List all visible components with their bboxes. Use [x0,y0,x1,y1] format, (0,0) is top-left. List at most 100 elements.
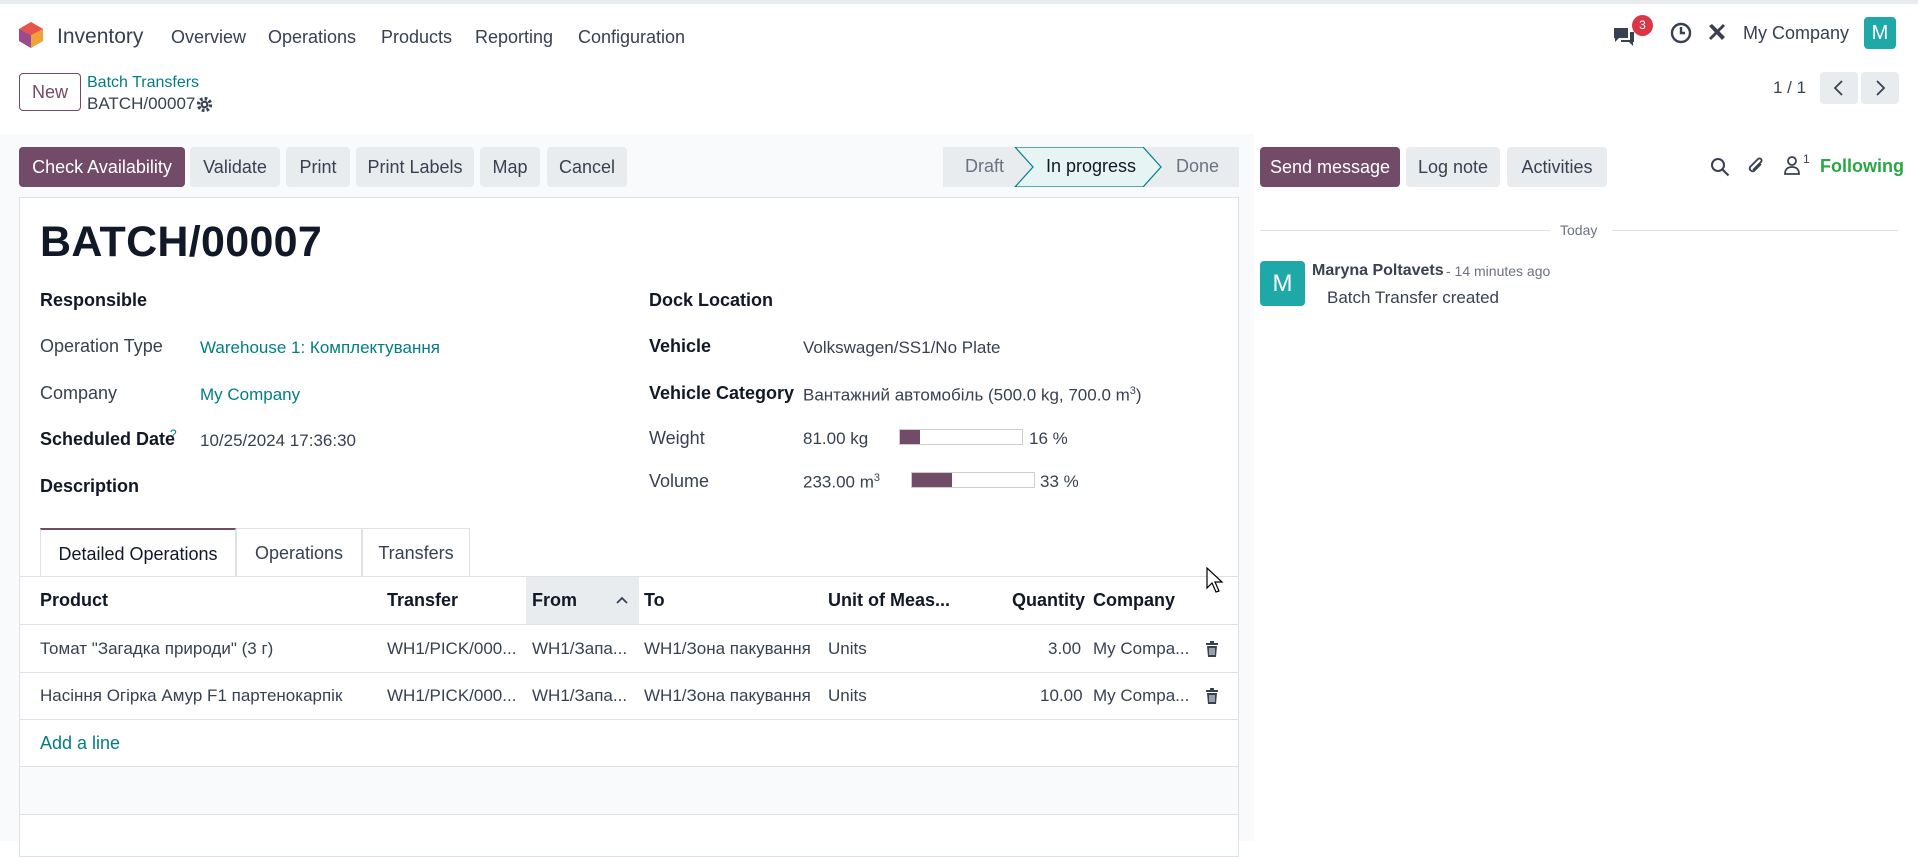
followers-icon[interactable] [1782,155,1802,175]
row-divider [19,719,1239,720]
scheduled-date-label: Scheduled Date [40,429,176,449]
tools-icon[interactable] [1707,22,1727,42]
cell-quantity[interactable]: 10.00 [1040,686,1083,706]
pager-previous-button[interactable] [1820,72,1858,104]
vehicle-category-value[interactable]: Вантажний автомобіль (500.0 kg, 700.0 m3… [803,385,1142,406]
new-button[interactable]: New [19,73,81,111]
menu-configuration[interactable]: Configuration [578,27,685,48]
inventory-app-logo-icon[interactable] [19,22,43,48]
print-labels-button[interactable]: Print Labels [356,147,474,187]
column-transfer[interactable]: Transfer [387,590,458,611]
status-in-progress[interactable]: In progress [1046,156,1136,177]
company-value[interactable]: My Company [200,385,300,405]
control-panel: New Batch Transfers BATCH/00007 1 / 1 [0,66,1918,135]
table-header-border [19,624,1239,625]
cancel-button[interactable]: Cancel [547,147,627,187]
vehicle-label: Vehicle [649,336,712,356]
record-title[interactable]: BATCH/00007 [40,218,322,267]
vehicle-value[interactable]: Volkswagen/SS1/No Plate [803,338,1001,358]
cell-quantity[interactable]: 3.00 [1048,639,1081,659]
volume-value: 233.00 m3 [803,472,880,493]
scheduled-date-value[interactable]: 10/25/2024 17:36:30 [200,431,356,451]
menu-overview[interactable]: Overview [171,27,246,48]
gear-icon[interactable] [196,96,213,113]
map-button[interactable]: Map [480,147,540,187]
log-note-button[interactable]: Log note [1406,147,1500,187]
following-button[interactable]: Following [1820,156,1904,177]
trash-icon[interactable] [1205,688,1219,704]
cell-company[interactable]: My Compa... [1093,686,1189,706]
status-draft[interactable]: Draft [965,156,1004,177]
date-separator: Today [1560,222,1598,238]
message-author[interactable]: Maryna Poltavets [1312,262,1444,280]
cell-product[interactable]: Насіння Огірка Амур F1 партенокарпік [40,686,342,706]
add-a-line-link[interactable]: Add a line [40,733,120,754]
vehicle-category-end: ) [1135,385,1142,405]
cell-from[interactable]: WH1/Запа... [532,639,627,659]
column-from[interactable]: From [532,590,577,611]
cell-uom[interactable]: Units [828,686,867,706]
scheduled-date-help-icon[interactable]: ? [170,427,177,441]
message-author-avatar[interactable]: M [1260,261,1305,306]
weight-value: 81.00 kg [803,429,869,448]
app-name[interactable]: Inventory [57,25,143,49]
weight-label: Weight [649,428,705,448]
vehicle-category-text: Вантажний автомобіль (500.0 kg, 700.0 m [803,385,1130,405]
tab-detailed-operations[interactable]: Detailed Operations [40,528,236,576]
column-company[interactable]: Company [1093,590,1175,611]
check-availability-button[interactable]: Check Availability [19,147,185,187]
operation-type-label: Operation Type [40,336,163,356]
clock-icon[interactable] [1670,22,1692,44]
status-done[interactable]: Done [1176,156,1219,177]
date-separator-line [1260,230,1550,231]
cell-uom[interactable]: Units [828,639,867,659]
message-time: - 14 minutes ago [1446,263,1551,279]
breadcrumb-parent[interactable]: Batch Transfers [87,74,199,92]
column-product[interactable]: Product [40,590,108,611]
column-unit-of-measure[interactable]: Unit of Meas... [828,590,950,611]
validate-button[interactable]: Validate [190,147,280,187]
tab-operations[interactable]: Operations [236,528,362,576]
description-label: Description [40,476,140,496]
company-switcher[interactable]: My Company [1743,23,1849,44]
responsible-label: Responsible [40,290,148,310]
cell-from[interactable]: WH1/Запа... [532,686,627,706]
search-icon[interactable] [1710,157,1730,177]
date-separator-line [1612,230,1898,231]
cell-to[interactable]: WH1/Зона пакування [644,639,811,659]
top-navbar: Inventory Overview Operations Products R… [0,0,1918,66]
cell-transfer[interactable]: WH1/PICK/000... [387,639,516,659]
cell-to[interactable]: WH1/Зона пакування [644,686,811,706]
cell-company[interactable]: My Compa... [1093,639,1189,659]
chatter-panel [1254,134,1918,841]
volume-label: Volume [649,471,710,491]
paperclip-icon[interactable] [1746,156,1766,178]
weight-progress-fill [900,430,920,444]
activities-button[interactable]: Activities [1507,147,1607,187]
operation-type-value[interactable]: Warehouse 1: Комплектування [200,338,440,358]
breadcrumb-current: BATCH/00007 [87,94,196,113]
mouse-cursor-icon [1206,567,1224,593]
column-quantity[interactable]: Quantity [1012,590,1085,611]
menu-products[interactable]: Products [381,27,452,48]
menu-operations[interactable]: Operations [268,27,356,48]
send-message-button[interactable]: Send message [1260,147,1400,187]
volume-percent: 33 % [1040,472,1079,491]
message-body: Batch Transfer created [1327,288,1499,307]
vehicle-category-label: Vehicle Category [649,383,795,403]
user-avatar[interactable]: M [1864,17,1896,49]
follower-count: 1 [1803,152,1810,166]
menu-reporting[interactable]: Reporting [475,27,553,48]
volume-progress-fill [912,473,953,487]
volume-progress-bar [911,472,1035,488]
tab-transfers[interactable]: Transfers [362,528,470,576]
cell-transfer[interactable]: WH1/PICK/000... [387,686,516,706]
pager-value[interactable]: 1 / 1 [1773,78,1806,98]
notification-badge: 3 [1632,15,1653,36]
pager-next-button[interactable] [1861,72,1899,104]
trash-icon[interactable] [1205,641,1219,657]
chevron-right-icon [1876,80,1886,96]
print-button[interactable]: Print [286,147,350,187]
cell-product[interactable]: Томат "Загадка природи" (3 г) [40,639,273,659]
column-to[interactable]: To [644,590,665,611]
